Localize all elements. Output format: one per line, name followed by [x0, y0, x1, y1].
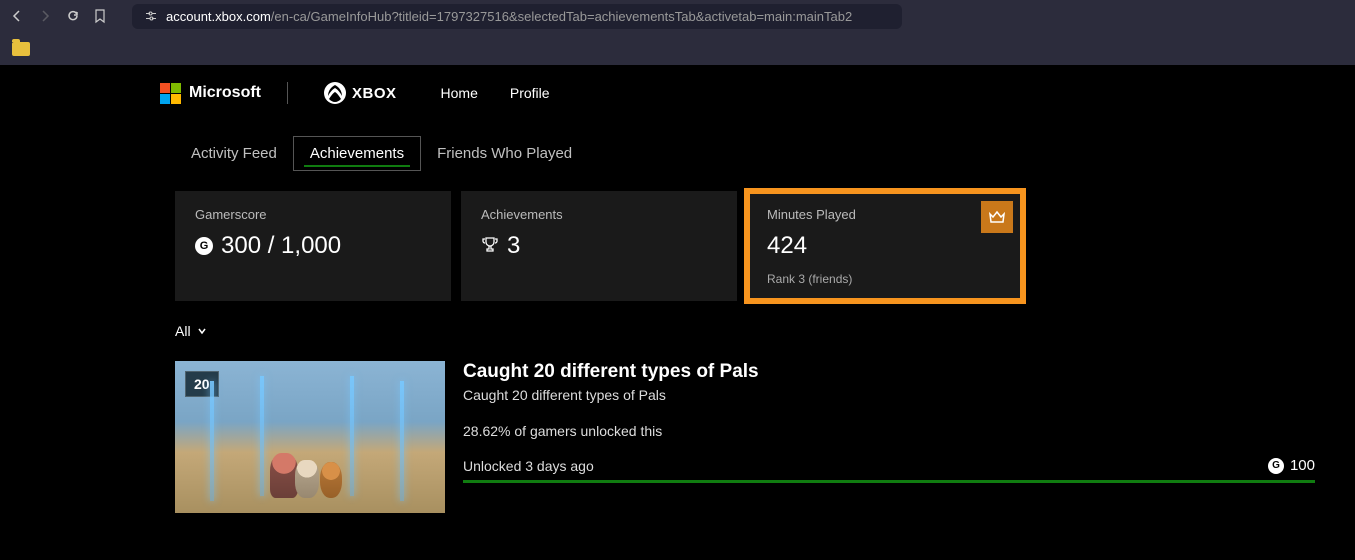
tab-activity-feed[interactable]: Activity Feed — [175, 137, 293, 170]
game-tabs: Activity Feed Achievements Friends Who P… — [0, 118, 1355, 171]
filter-label: All — [175, 323, 191, 339]
achievement-progress-bar — [463, 480, 1315, 483]
achievements-label: Achievements — [481, 207, 717, 222]
url-bar[interactable]: account.xbox.com/en-ca/GameInfoHub?title… — [132, 4, 902, 29]
browser-toolbar: account.xbox.com/en-ca/GameInfoHub?title… — [0, 0, 1355, 32]
stat-minutes-played: Minutes Played 424 Rank 3 (friends) — [747, 191, 1023, 301]
trophy-icon — [481, 232, 499, 260]
nav-back-icon[interactable] — [10, 9, 24, 23]
achievement-title: Caught 20 different types of Pals — [463, 361, 1315, 383]
achievement-thumbnail: 20 — [175, 361, 445, 513]
tab-friends-played[interactable]: Friends Who Played — [421, 137, 588, 170]
achievement-pct: 28.62% of gamers unlocked this — [463, 423, 1315, 439]
header-divider — [287, 82, 288, 104]
minutes-value: 424 — [767, 232, 807, 260]
bookmarks-bar — [0, 32, 1355, 68]
achievements-value: 3 — [507, 232, 520, 260]
bookmark-icon[interactable] — [94, 8, 106, 24]
xbox-label: XBOX — [352, 85, 397, 102]
microsoft-logo[interactable]: Microsoft — [160, 83, 261, 104]
tab-achievements[interactable]: Achievements — [293, 136, 421, 171]
achievement-item[interactable]: 20 Caught 20 different types of Pals Cau… — [0, 341, 1355, 513]
minutes-rank: Rank 3 (friends) — [767, 272, 1003, 286]
achievement-details: Caught 20 different types of Pals Caught… — [463, 361, 1355, 513]
url-text: account.xbox.com/en-ca/GameInfoHub?title… — [166, 9, 852, 24]
gamerscore-icon: G — [1268, 458, 1284, 474]
gamerscore-label: Gamerscore — [195, 207, 431, 222]
nav-forward-icon[interactable] — [38, 9, 52, 23]
bookmark-folder-icon[interactable] — [12, 42, 30, 56]
stats-row: Gamerscore G 300 / 1,000 Achievements 3 … — [0, 171, 1355, 301]
microsoft-label: Microsoft — [189, 84, 261, 102]
filter-dropdown[interactable]: All — [175, 323, 207, 339]
gamerscore-icon: G — [195, 237, 213, 255]
achievement-desc: Caught 20 different types of Pals — [463, 387, 1315, 403]
chevron-down-icon — [197, 326, 207, 336]
xbox-logo[interactable]: XBOX — [324, 82, 397, 104]
nav-profile[interactable]: Profile — [510, 85, 550, 101]
refresh-icon[interactable] — [66, 9, 80, 23]
achievement-score: G 100 — [1268, 457, 1315, 474]
stat-gamerscore: Gamerscore G 300 / 1,000 — [175, 191, 451, 301]
xbox-icon — [324, 82, 346, 104]
site-settings-icon[interactable] — [144, 9, 158, 23]
gamerscore-value: 300 / 1,000 — [221, 232, 341, 260]
nav-home[interactable]: Home — [441, 85, 478, 101]
minutes-label: Minutes Played — [767, 207, 1003, 222]
achievement-unlocked: Unlocked 3 days ago — [463, 458, 594, 474]
stat-achievements: Achievements 3 — [461, 191, 737, 301]
site-header: Microsoft XBOX Home Profile — [0, 68, 1355, 118]
crown-icon — [987, 207, 1007, 227]
crown-badge — [981, 201, 1013, 233]
